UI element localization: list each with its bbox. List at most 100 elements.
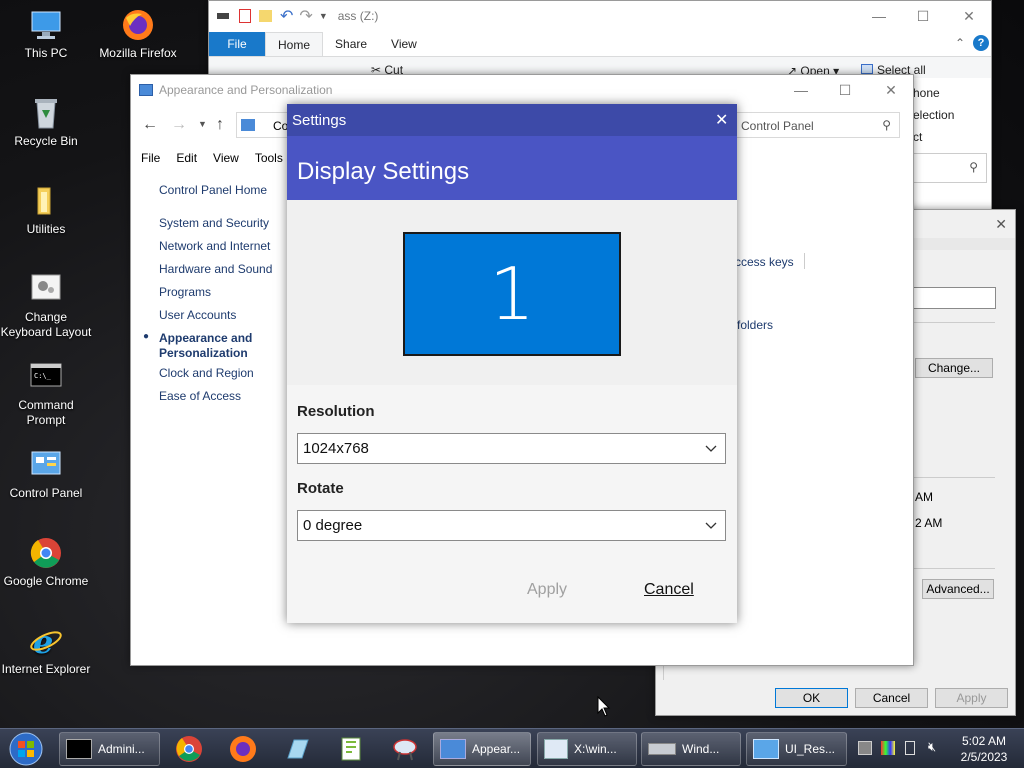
- menu-edit[interactable]: Edit: [168, 151, 205, 165]
- up-arrow-icon[interactable]: ↑: [216, 116, 224, 134]
- network-tray-icon[interactable]: [858, 741, 872, 755]
- settings-apply-button[interactable]: Apply: [527, 581, 567, 599]
- taskbar-explorer-x[interactable]: X:\win...: [537, 732, 637, 766]
- properties-divider: [913, 568, 995, 569]
- snipping-tool-icon[interactable]: [390, 734, 420, 764]
- chrome-icon[interactable]: [174, 734, 204, 764]
- desktop-icon-label: Mozilla Firefox: [99, 46, 177, 60]
- desktop-icon-chrome[interactable]: Google Chrome: [0, 536, 92, 589]
- cp-maximize-button[interactable]: ☐: [823, 75, 867, 105]
- sidebar-item-programs[interactable]: Programs: [159, 285, 211, 299]
- properties-close-button[interactable]: ✕: [995, 216, 1007, 233]
- desktop-icon-label: Change Keyboard Layout: [0, 310, 92, 339]
- sidebar-item-clock-region[interactable]: Clock and Region: [159, 366, 254, 380]
- active-bullet-icon: ●: [143, 331, 150, 342]
- properties-divider: [913, 322, 995, 323]
- taskbar-label: Admini...: [98, 742, 145, 756]
- invert-selection-button[interactable]: election: [913, 108, 954, 122]
- settings-close-button[interactable]: ✕: [715, 110, 728, 130]
- link-access-keys[interactable]: ccess keys: [735, 255, 794, 269]
- advanced-button[interactable]: Advanced...: [922, 579, 994, 599]
- properties-icon[interactable]: [239, 9, 251, 23]
- notepad-icon[interactable]: [282, 734, 312, 764]
- clock[interactable]: 5:02 AM 2/5/2023: [950, 733, 1018, 765]
- sidebar-item-ease-of-access[interactable]: Ease of Access: [159, 389, 241, 403]
- recent-dropdown-icon[interactable]: ▼: [198, 119, 207, 129]
- quick-access-dropdown-icon[interactable]: ▼: [319, 11, 328, 21]
- keyboard-settings-icon: [28, 272, 64, 306]
- menu-tools[interactable]: Tools: [247, 151, 291, 165]
- select-label-partial: ct: [913, 130, 923, 144]
- properties-cancel-button[interactable]: Cancel: [855, 688, 928, 708]
- desktop-icon-internet-explorer[interactable]: e Internet Explorer: [0, 623, 92, 677]
- chevron-down-icon: [705, 522, 717, 529]
- display-settings-dialog: Settings ✕ Display Settings 1 Resolution…: [287, 104, 737, 623]
- properties-apply-button[interactable]: Apply: [935, 688, 1008, 708]
- display-tray-icon[interactable]: [905, 741, 915, 755]
- settings-cancel-button[interactable]: Cancel: [644, 581, 694, 599]
- cp-minimize-button[interactable]: —: [779, 75, 823, 105]
- desktop-icon-this-pc[interactable]: This PC: [0, 8, 92, 61]
- back-arrow-icon[interactable]: ←: [142, 116, 158, 134]
- desktop-icon-label: Control Panel: [9, 486, 83, 500]
- tab-share[interactable]: Share: [323, 32, 379, 56]
- tab-file[interactable]: File: [209, 32, 265, 56]
- sidebar-item-user-accounts[interactable]: User Accounts: [159, 308, 236, 322]
- change-button[interactable]: Change...: [915, 358, 993, 378]
- rotate-dropdown[interactable]: 0 degree: [297, 510, 726, 541]
- desktop-icon-recycle-bin[interactable]: Recycle Bin: [0, 96, 92, 149]
- desktop-icon-label: Google Chrome: [3, 574, 89, 588]
- forward-arrow-icon[interactable]: →: [171, 116, 187, 134]
- computer-icon: [28, 8, 64, 42]
- explorer-close-button[interactable]: ✕: [947, 1, 991, 31]
- menu-file[interactable]: File: [133, 151, 168, 165]
- undo-icon[interactable]: ↶: [280, 6, 293, 26]
- new-folder-icon[interactable]: [259, 10, 272, 22]
- taskbar-windows-drive[interactable]: Wind...: [641, 732, 741, 766]
- explorer-maximize-button[interactable]: ☐: [901, 1, 945, 31]
- desktop-icon-label: Command Prompt: [18, 398, 74, 427]
- redo-icon[interactable]: ↷: [299, 6, 312, 26]
- select-none-button[interactable]: hone: [913, 86, 940, 100]
- address-cp-icon: [241, 119, 255, 131]
- sidebar-item-network-internet[interactable]: Network and Internet: [159, 239, 270, 253]
- menu-view[interactable]: View: [205, 151, 247, 165]
- firefox-icon[interactable]: [228, 734, 258, 764]
- taskbar-cmd-admin[interactable]: Admini...: [59, 732, 160, 766]
- sidebar-item-system-security[interactable]: System and Security: [159, 216, 269, 230]
- color-tray-icon[interactable]: [881, 741, 895, 755]
- ribbon-expand-icon[interactable]: ⌃: [955, 36, 965, 50]
- control-panel-icon: [440, 739, 466, 759]
- start-button[interactable]: [6, 729, 46, 768]
- control-panel-icon: [28, 448, 64, 482]
- desktop-icon-label: Utilities: [26, 222, 66, 236]
- explorer-minimize-button[interactable]: —: [857, 1, 901, 31]
- control-panel-title: Appearance and Personalization: [159, 83, 333, 97]
- cp-search-box[interactable]: h Control Panel ⚲: [728, 112, 900, 138]
- cp-close-button[interactable]: ✕: [869, 75, 913, 105]
- explorer-search-box[interactable]: ⚲: [913, 153, 987, 183]
- tab-view[interactable]: View: [379, 32, 429, 56]
- monitor-1-tile[interactable]: 1: [403, 232, 621, 356]
- taskbar-label: Wind...: [682, 742, 720, 756]
- tab-home[interactable]: Home: [265, 32, 324, 56]
- help-icon[interactable]: ?: [973, 35, 989, 51]
- properties-text-field[interactable]: [913, 287, 996, 309]
- desktop-icon-utilities[interactable]: Utilities: [0, 184, 92, 237]
- taskbar-ui-res[interactable]: UI_Res...: [746, 732, 847, 766]
- sidebar-control-panel-home[interactable]: Control Panel Home: [159, 183, 267, 197]
- desktop-icon-command-prompt[interactable]: C:\_ Command Prompt: [0, 360, 92, 428]
- ok-button[interactable]: OK: [775, 688, 848, 708]
- desktop-icon-firefox[interactable]: Mozilla Firefox: [92, 8, 184, 61]
- taskbar-appearance[interactable]: Appear...: [433, 732, 531, 766]
- sidebar-item-hardware-sound[interactable]: Hardware and Sound: [159, 262, 272, 276]
- notepad-plus-plus-icon[interactable]: [336, 734, 366, 764]
- desktop-icon-control-panel[interactable]: Control Panel: [0, 448, 92, 501]
- desktop-icon-change-keyboard-layout[interactable]: Change Keyboard Layout: [0, 272, 92, 340]
- sidebar-item-appearance-personalization[interactable]: Appearance and Personalization: [159, 331, 269, 361]
- taskbar-label: Appear...: [472, 742, 521, 756]
- resolution-dropdown[interactable]: 1024x768: [297, 433, 726, 464]
- volume-muted-icon[interactable]: 🔇︎: [928, 739, 936, 755]
- link-folders[interactable]: folders: [737, 318, 773, 332]
- mouse-cursor-icon: [597, 696, 611, 717]
